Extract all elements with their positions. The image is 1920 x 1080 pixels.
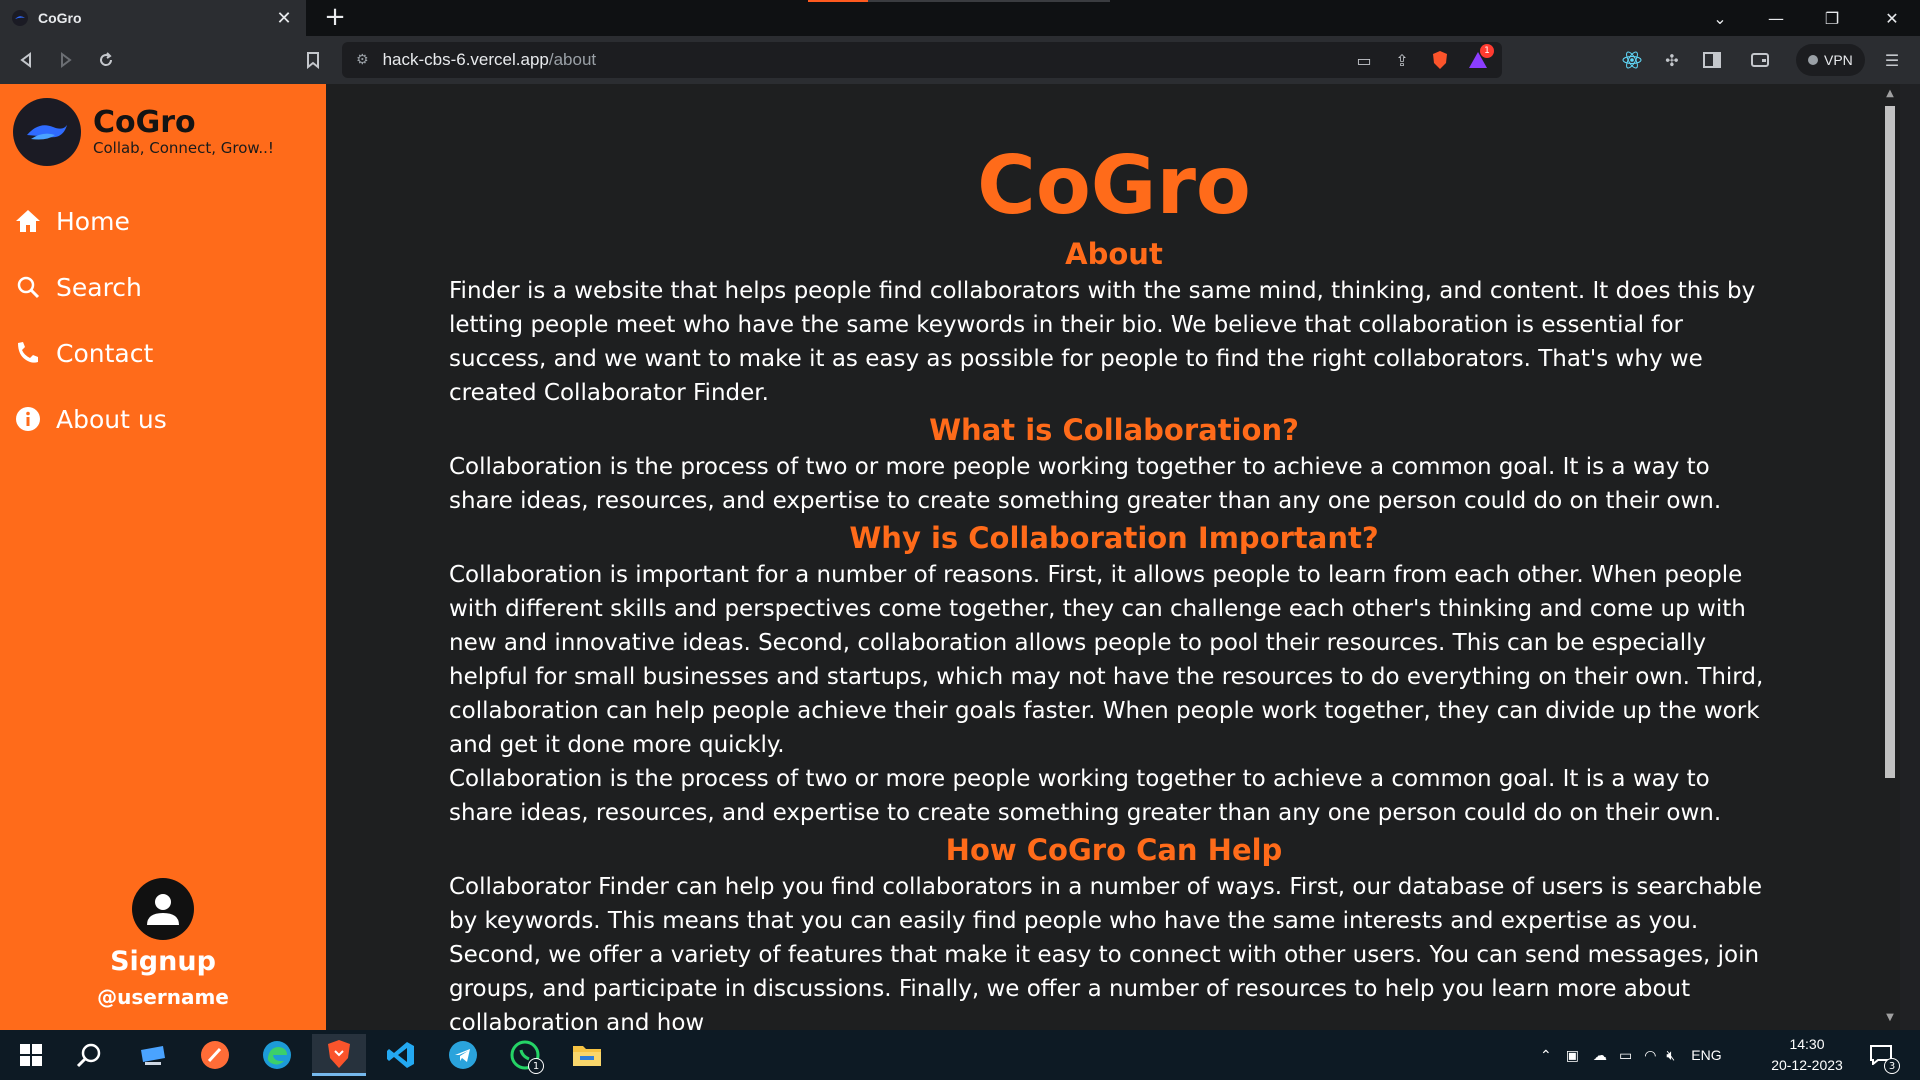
browser-toolbar: ⚙ hack-cbs-6.vercel.app /about ▭ ⇪ 1 ✣ V…	[0, 36, 1920, 84]
sidebar-item-search[interactable]: Search	[14, 254, 167, 320]
vpn-status-icon	[1808, 55, 1818, 65]
reload-icon[interactable]	[90, 44, 122, 76]
how-cogro-helps-paragraph: Collaborator Finder can help you find co…	[449, 874, 1762, 1030]
notifications-badge: 3	[1884, 1058, 1900, 1074]
username-label: @username	[97, 985, 229, 1009]
browser-tab[interactable]: CoGro ✕	[0, 0, 306, 36]
sidebar: CoGro Collab, Connect, Grow..! Home Sear…	[0, 84, 326, 1030]
url-path: /about	[548, 50, 597, 69]
windows-taskbar: 1 ⌃ ▣ ☁ ▭ ◠ 🔇︎ ENG 14:30 20-12-2023 3	[0, 1030, 1920, 1080]
page-title: CoGro	[977, 139, 1251, 232]
vscode-icon[interactable]	[374, 1034, 428, 1076]
scroll-down-icon[interactable]: ▼	[1884, 1012, 1896, 1023]
brave-rewards-icon[interactable]: 1	[1464, 44, 1494, 74]
scroll-up-icon[interactable]: ▲	[1884, 88, 1896, 99]
info-icon	[14, 405, 42, 433]
sidebar-nav: Home Search Contact About us	[14, 188, 167, 452]
cast-icon[interactable]: ▭	[1350, 46, 1378, 74]
forward-icon[interactable]	[50, 44, 82, 76]
main-content: CoGro About Finder is a website that hel…	[326, 84, 1900, 1030]
about-content: CoGro About Finder is a website that hel…	[449, 138, 1779, 1030]
section-heading-about: About	[1065, 237, 1163, 271]
postman-icon[interactable]	[188, 1034, 242, 1076]
device-icon[interactable]: ▣	[1566, 1047, 1579, 1064]
vpn-label: VPN	[1824, 52, 1853, 68]
rewards-badge: 1	[1480, 44, 1494, 58]
notifications-icon[interactable]: 3	[1856, 1034, 1906, 1076]
tab-title: CoGro	[38, 10, 82, 26]
brand-name: CoGro	[93, 105, 196, 140]
sidebar-item-home[interactable]: Home	[14, 188, 167, 254]
minimize-button[interactable]: —	[1748, 0, 1804, 36]
avatar-icon[interactable]	[132, 878, 194, 940]
wifi-icon[interactable]: ◠	[1644, 1047, 1656, 1064]
edge-icon[interactable]	[250, 1034, 304, 1076]
vpn-button[interactable]: VPN	[1796, 44, 1865, 76]
sidebar-item-about[interactable]: About us	[14, 386, 167, 452]
loading-indicator	[808, 0, 1110, 2]
cogro-favicon-icon	[12, 10, 28, 26]
profile-section: Signup @username	[0, 878, 326, 1009]
site-settings-icon[interactable]: ⚙	[356, 52, 369, 68]
sidebar-item-label: Home	[56, 206, 130, 236]
telegram-icon[interactable]	[436, 1034, 490, 1076]
battery-icon[interactable]: ▭	[1619, 1047, 1632, 1064]
url-host: hack-cbs-6.vercel.app	[382, 50, 549, 69]
back-icon[interactable]	[10, 44, 42, 76]
clock-time: 14:30	[1789, 1036, 1825, 1052]
sidebar-item-contact[interactable]: Contact	[14, 320, 167, 386]
sidebar-item-label: About us	[56, 404, 167, 434]
new-tab-button[interactable]: +	[320, 2, 350, 32]
taskbar-search-icon[interactable]	[62, 1034, 116, 1076]
scrollbar-thumb[interactable]	[1885, 106, 1895, 778]
search-icon	[14, 273, 42, 301]
extensions-icon[interactable]: ✣	[1656, 44, 1688, 76]
section-heading-why-collaboration: Why is Collaboration Important?	[849, 521, 1379, 555]
brave-taskbar-icon[interactable]	[312, 1034, 366, 1076]
taskbar-clock[interactable]: 14:30 20-12-2023	[1762, 1034, 1852, 1076]
close-tab-icon[interactable]: ✕	[274, 8, 294, 29]
onedrive-icon[interactable]: ☁	[1593, 1047, 1607, 1064]
section-heading-how-cogro-helps: How CoGro Can Help	[945, 833, 1283, 867]
restore-button[interactable]: ❐	[1804, 0, 1860, 36]
section-heading-what-is-collaboration: What is Collaboration?	[929, 413, 1299, 447]
close-window-button[interactable]: ✕	[1864, 0, 1920, 36]
tab-search-icon[interactable]: ⌄	[1692, 0, 1748, 36]
whatsapp-badge: 1	[528, 1058, 544, 1074]
bookmark-icon[interactable]	[297, 44, 329, 76]
brave-shields-icon[interactable]	[1426, 46, 1454, 74]
menu-icon[interactable]: ☰	[1876, 44, 1908, 76]
brand[interactable]: CoGro Collab, Connect, Grow..!	[13, 98, 274, 166]
why-collaboration-paragraph-2: Collaboration is the process of two or m…	[449, 766, 1722, 826]
task-view-icon[interactable]	[126, 1034, 180, 1076]
system-tray: ⌃ ▣ ☁ ▭ ◠ 🔇︎ ENG	[1540, 1030, 1722, 1080]
windows-start-icon[interactable]	[4, 1034, 58, 1076]
sidebar-item-label: Contact	[56, 338, 154, 368]
signup-button[interactable]: Signup	[0, 946, 326, 977]
sidebar-toggle-icon[interactable]	[1696, 44, 1728, 76]
share-icon[interactable]: ⇪	[1388, 46, 1416, 74]
about-paragraph: Finder is a website that helps people fi…	[449, 278, 1756, 406]
show-hidden-icons-icon[interactable]: ⌃	[1540, 1047, 1552, 1064]
why-collaboration-paragraph: Collaboration is important for a number …	[449, 562, 1764, 758]
home-icon	[14, 207, 42, 235]
wallet-icon[interactable]	[1744, 44, 1776, 76]
clock-date: 20-12-2023	[1771, 1057, 1843, 1073]
what-is-collaboration-paragraph: Collaboration is the process of two or m…	[449, 454, 1722, 514]
whatsapp-icon[interactable]: 1	[498, 1034, 552, 1076]
cogro-logo-icon	[13, 98, 81, 166]
sidebar-item-label: Search	[56, 272, 142, 302]
phone-icon	[14, 339, 42, 367]
volume-muted-icon[interactable]: 🔇︎	[1666, 1047, 1675, 1064]
browser-tab-strip: CoGro ✕ + ⌄ — ❐ ✕	[0, 0, 1920, 36]
brand-tagline: Collab, Connect, Grow..!	[93, 139, 274, 157]
react-devtools-icon[interactable]	[1616, 44, 1648, 76]
address-bar[interactable]: ⚙ hack-cbs-6.vercel.app /about ▭ ⇪ 1	[342, 42, 1502, 78]
language-indicator[interactable]: ENG	[1691, 1047, 1721, 1063]
file-explorer-icon[interactable]	[560, 1034, 614, 1076]
page-scrollbar[interactable]: ▲ ▼	[1880, 84, 1900, 1030]
